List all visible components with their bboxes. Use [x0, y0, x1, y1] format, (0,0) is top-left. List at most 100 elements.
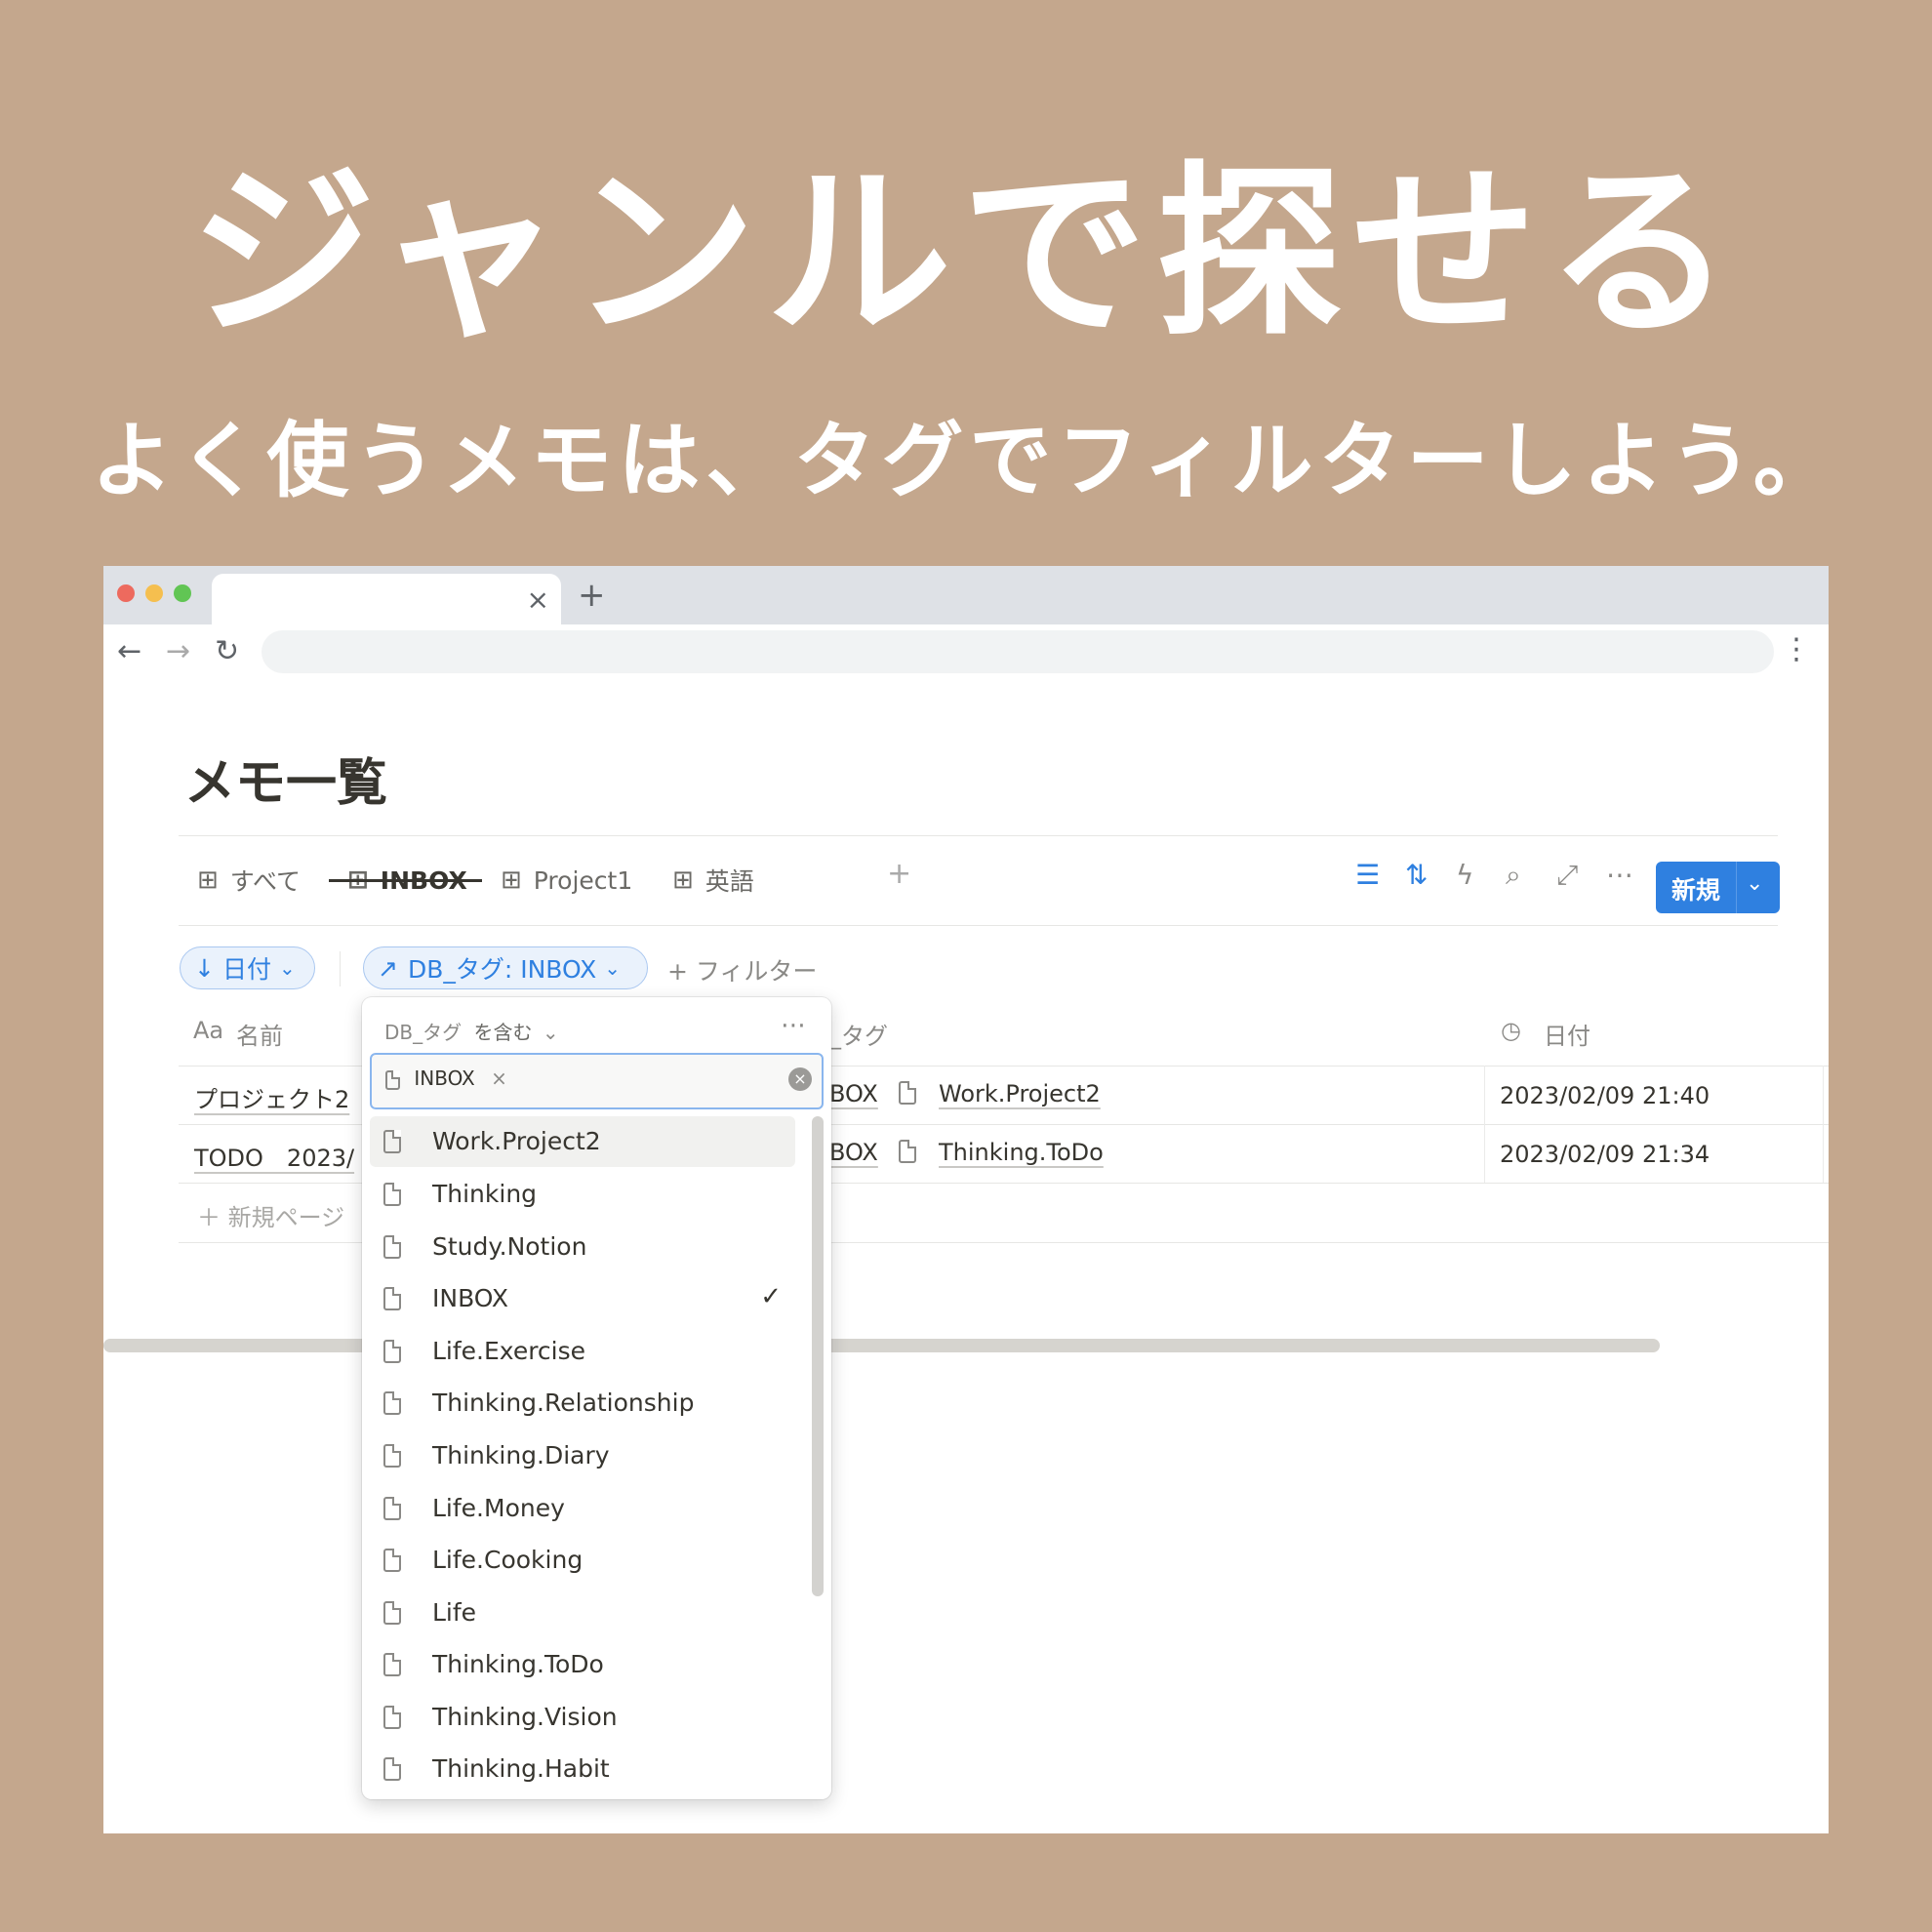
- table-row-name[interactable]: プロジェクト2: [194, 1080, 349, 1114]
- page-icon: [383, 1340, 401, 1363]
- dropdown-option[interactable]: Life.Cooking: [370, 1535, 795, 1586]
- page-icon: [899, 1140, 916, 1163]
- page-icon: [383, 1757, 401, 1781]
- browser-tab[interactable]: ×: [212, 574, 561, 624]
- expand-icon[interactable]: ⤢: [1556, 859, 1578, 892]
- tag-chip-label: DB_タグ: INBOX: [407, 955, 597, 984]
- dropdown-option[interactable]: Life: [370, 1588, 795, 1638]
- chevron-down-icon: ⌄: [278, 956, 296, 980]
- back-arrow-icon[interactable]: ←: [117, 634, 141, 668]
- add-view-button[interactable]: +: [887, 857, 911, 891]
- clear-icon[interactable]: ×: [788, 1067, 812, 1091]
- clock-icon: ◷: [1501, 1017, 1521, 1044]
- horizontal-scrollbar[interactable]: [103, 1339, 1660, 1352]
- chevron-down-icon: ⌄: [542, 1021, 559, 1044]
- name-column-header[interactable]: 名前: [236, 1017, 283, 1051]
- page-icon: [385, 1069, 400, 1090]
- minimize-window-button[interactable]: [145, 584, 163, 602]
- more-icon[interactable]: ⋯: [1606, 859, 1633, 891]
- tab-label: Project1: [533, 865, 633, 895]
- page-icon: [383, 1130, 401, 1153]
- page-icon: [383, 1549, 401, 1572]
- tag-column-header[interactable]: _タグ: [829, 1017, 888, 1051]
- tab-english[interactable]: ⊞ 英語: [672, 855, 754, 906]
- chevron-down-icon[interactable]: ⌄: [1746, 871, 1763, 896]
- dropdown-option[interactable]: Work.Project2: [370, 1116, 795, 1167]
- page-icon: [383, 1183, 401, 1206]
- table-row-tag[interactable]: Thinking.ToDo: [939, 1139, 1104, 1166]
- dropdown-header[interactable]: DB_タグ を含む ⌄: [384, 1017, 559, 1045]
- page-icon: [383, 1444, 401, 1468]
- page-icon: [899, 1081, 916, 1105]
- more-icon[interactable]: ⋯: [781, 1011, 806, 1040]
- new-button[interactable]: 新規 ⌄: [1656, 862, 1780, 913]
- page-icon: [383, 1706, 401, 1729]
- page-icon: [383, 1497, 401, 1520]
- filter-icon[interactable]: ☰: [1355, 859, 1380, 891]
- headline: ジャンルで探せる: [189, 145, 1743, 361]
- page-icon: [383, 1653, 401, 1676]
- title-divider: [179, 835, 1778, 836]
- new-page-button[interactable]: ＋ 新規ページ: [197, 1198, 344, 1232]
- dropdown-option[interactable]: Thinking.ToDo: [370, 1639, 795, 1690]
- table-row-name[interactable]: TODO 2023/: [194, 1139, 354, 1173]
- tag-filter-dropdown: DB_タグ を含む ⌄ ⋯ INBOX × × Work.Project2 Th…: [362, 997, 831, 1799]
- chevron-down-icon: ⌄: [604, 956, 621, 980]
- search-icon[interactable]: ⌕: [1506, 859, 1521, 892]
- page-icon: [383, 1287, 401, 1310]
- dropdown-option[interactable]: Thinking.Relationship: [370, 1378, 795, 1429]
- reload-icon[interactable]: ↻: [215, 634, 239, 668]
- sort-chip[interactable]: ↓ 日付 ⌄: [180, 946, 315, 989]
- table-row-tag[interactable]: Work.Project2: [939, 1080, 1101, 1107]
- table-row-tag[interactable]: BOX: [829, 1139, 878, 1166]
- page-icon: [383, 1391, 401, 1415]
- arrow-down-icon: ↓: [194, 953, 215, 983]
- date-column-header[interactable]: 日付: [1544, 1017, 1590, 1051]
- filter-property: DB_タグ: [384, 1021, 463, 1044]
- close-icon[interactable]: ×: [527, 584, 549, 616]
- remove-tag-icon[interactable]: ×: [491, 1067, 507, 1090]
- browser-tabbar: × +: [103, 566, 1829, 624]
- add-filter-button[interactable]: + フィルター: [667, 952, 817, 987]
- address-bar[interactable]: [262, 630, 1774, 673]
- tab-all[interactable]: ⊞ すべて: [197, 855, 301, 906]
- table-row-tag[interactable]: BOX: [829, 1080, 878, 1107]
- tab-label: すべて: [229, 867, 302, 896]
- forward-arrow-icon[interactable]: →: [166, 634, 190, 668]
- new-button-label: 新規: [1671, 876, 1721, 905]
- filter-condition: を含む: [473, 1021, 533, 1044]
- tab-label: 英語: [704, 867, 754, 896]
- table-row-date: 2023/02/09 21:40: [1500, 1082, 1711, 1109]
- sort-chip-label: 日付: [221, 955, 271, 984]
- page-icon: [383, 1235, 401, 1259]
- browser-menu-icon[interactable]: ⋮: [1782, 632, 1811, 666]
- dropdown-option[interactable]: Thinking.Vision: [370, 1692, 795, 1743]
- tabs-divider: [179, 925, 1778, 926]
- dropdown-option[interactable]: INBOX ✓: [370, 1273, 795, 1324]
- dropdown-scrollbar[interactable]: [812, 1116, 824, 1596]
- tag-filter-chip[interactable]: ↗ DB_タグ: INBOX ⌄: [363, 946, 648, 989]
- dropdown-option[interactable]: Study.Notion: [370, 1222, 795, 1272]
- close-window-button[interactable]: [117, 584, 135, 602]
- dropdown-option[interactable]: Thinking.Habit: [370, 1744, 795, 1794]
- new-tab-button[interactable]: +: [578, 576, 606, 615]
- table-icon: ⊞: [672, 865, 694, 895]
- dropdown-option[interactable]: Life.Exercise: [370, 1326, 795, 1377]
- sort-icon[interactable]: ⇅: [1405, 859, 1428, 891]
- active-tab-indicator: [329, 879, 482, 882]
- selected-tag-token: INBOX ×: [385, 1067, 507, 1090]
- dropdown-option[interactable]: Thinking.Diary: [370, 1430, 795, 1481]
- dropdown-option[interactable]: Life.Money: [370, 1483, 795, 1534]
- subheadline: よく使うメモは、タグでフィルターしよう。: [91, 413, 1841, 508]
- table-icon: ⊞: [501, 865, 522, 895]
- relation-arrow-icon: ↗: [378, 953, 398, 983]
- tab-project1[interactable]: ⊞ Project1: [501, 855, 632, 906]
- browser-toolbar: ← → ↻ ⋮: [103, 624, 1829, 688]
- tag-search-input[interactable]: INBOX × ×: [370, 1053, 824, 1109]
- maximize-window-button[interactable]: [174, 584, 191, 602]
- page-title: メモ一覧: [184, 754, 388, 813]
- page-icon: [383, 1601, 401, 1625]
- dropdown-option[interactable]: Thinking: [370, 1169, 795, 1220]
- name-type-icon: Aa: [193, 1017, 224, 1044]
- automation-icon[interactable]: ϟ: [1456, 859, 1473, 891]
